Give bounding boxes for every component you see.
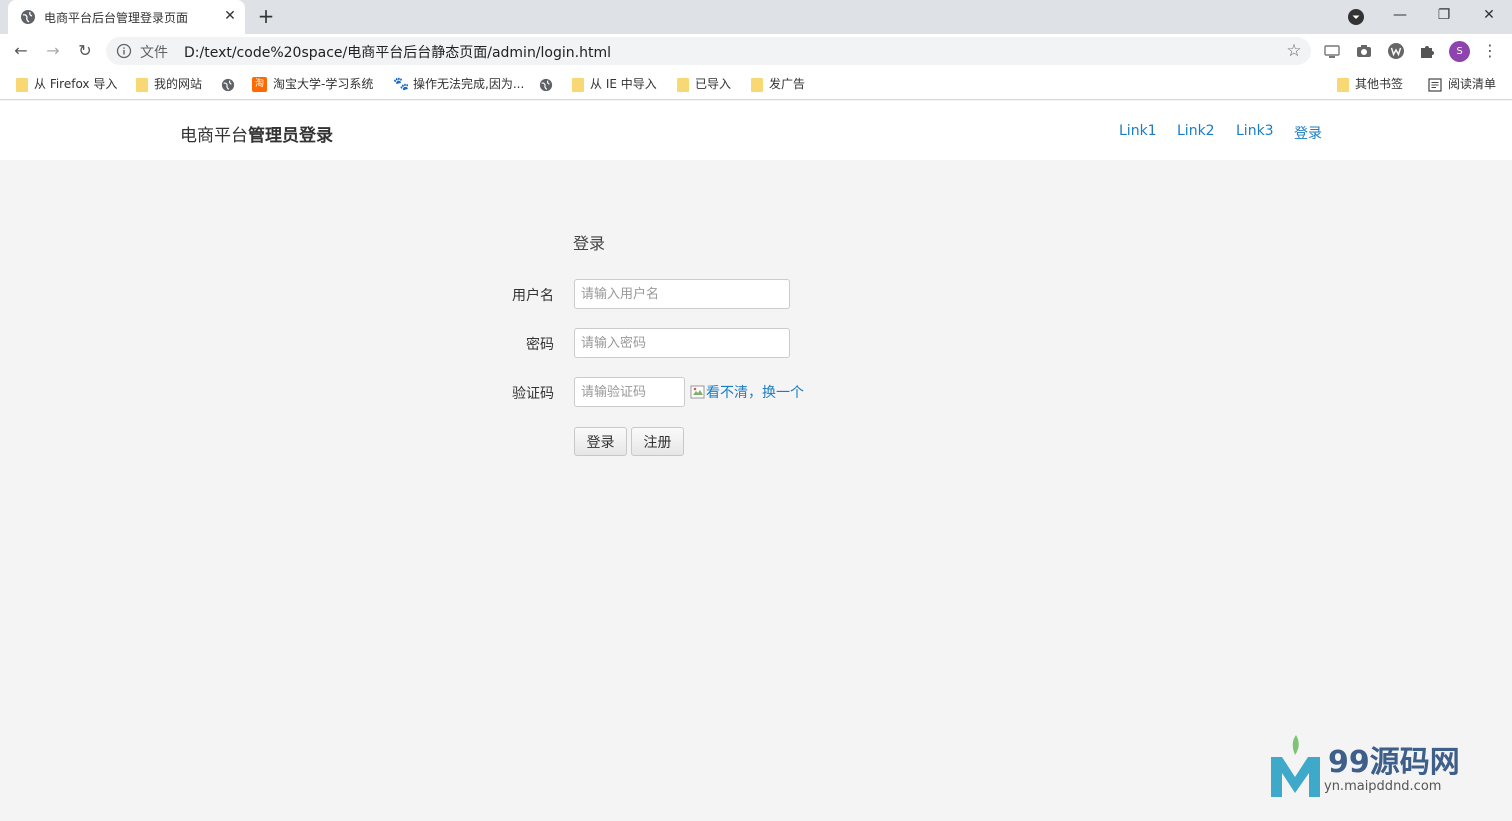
reading-list-icon bbox=[1428, 77, 1442, 92]
brand-title[interactable]: 电商平台管理员登录 bbox=[180, 121, 333, 146]
bookmark-item[interactable]: 阅读清单 bbox=[1428, 75, 1496, 93]
site-watermark: 99源码网 yn.maipddnd.com bbox=[1268, 735, 1498, 801]
nav-link-1[interactable]: Link1 bbox=[1119, 123, 1157, 139]
w-extension-icon[interactable] bbox=[1387, 42, 1405, 60]
address-bar[interactable]: 文件 D:/text/code%20space/电商平台后台静态页面/admin… bbox=[106, 37, 1311, 65]
site-header: 电商平台管理员登录 Link1 Link2 Link3 登录 bbox=[0, 101, 1512, 160]
login-heading: 登录 bbox=[573, 234, 606, 253]
url-text[interactable]: D:/text/code%20space/电商平台后台静态页面/admin/lo… bbox=[184, 42, 611, 62]
camera-icon[interactable] bbox=[1355, 42, 1373, 60]
broken-image-icon[interactable] bbox=[690, 384, 706, 400]
username-label: 用户名 bbox=[512, 288, 554, 304]
info-icon[interactable] bbox=[116, 43, 132, 59]
folder-icon bbox=[572, 77, 584, 92]
more-menu-icon[interactable]: ⋮ bbox=[1482, 39, 1498, 63]
browser-tab[interactable]: 电商平台后台管理登录页面 ✕ bbox=[8, 0, 245, 34]
bookmark-item[interactable] bbox=[539, 75, 559, 93]
close-window-icon[interactable]: ✕ bbox=[1473, 4, 1505, 26]
nav-link-3[interactable]: Link3 bbox=[1236, 123, 1274, 139]
minimize-icon[interactable]: — bbox=[1384, 4, 1416, 26]
url-scheme: 文件 bbox=[140, 45, 168, 61]
globe-icon bbox=[21, 10, 35, 24]
folder-icon bbox=[677, 77, 689, 92]
bookmark-label: 其他书签 bbox=[1355, 77, 1404, 91]
folder-icon bbox=[136, 77, 148, 92]
bookmark-item[interactable]: 从 Firefox 导入 bbox=[16, 75, 117, 93]
bookmark-item[interactable]: 🐾 操作无法完成,因为... bbox=[393, 75, 524, 93]
captcha-refresh-link[interactable]: 看不清，换一个 bbox=[706, 382, 804, 402]
reload-icon[interactable]: ↻ bbox=[73, 39, 97, 63]
bookmark-label: 从 Firefox 导入 bbox=[34, 77, 118, 91]
folder-icon bbox=[1337, 77, 1349, 92]
bookmark-label: 已导入 bbox=[695, 77, 732, 91]
brand-bold: 管理员登录 bbox=[248, 126, 333, 146]
nav-login-link[interactable]: 登录 bbox=[1294, 123, 1322, 143]
bookmark-item[interactable]: 已导入 bbox=[677, 75, 731, 93]
bookmark-item[interactable] bbox=[221, 75, 241, 93]
password-input[interactable] bbox=[574, 328, 790, 358]
bookmark-item[interactable]: 从 IE 中导入 bbox=[572, 75, 657, 93]
tab-strip: 电商平台后台管理登录页面 ✕ + — ❐ ✕ bbox=[0, 0, 1512, 34]
bookmark-label: 阅读清单 bbox=[1448, 77, 1497, 91]
baidu-paw-icon: 🐾 bbox=[393, 76, 410, 92]
captcha-input[interactable] bbox=[574, 377, 685, 407]
watermark-subtitle: yn.maipddnd.com bbox=[1324, 779, 1442, 794]
profile-avatar[interactable]: S bbox=[1449, 41, 1470, 62]
puzzle-extensions-icon[interactable] bbox=[1418, 42, 1436, 60]
bookmark-star-icon[interactable]: ☆ bbox=[1284, 41, 1304, 61]
bookmark-label: 发广告 bbox=[769, 77, 806, 91]
captcha-label: 验证码 bbox=[512, 386, 554, 402]
browser-toolbar: ← → ↻ 文件 D:/text/code%20space/电商平台后台静态页面… bbox=[0, 34, 1512, 68]
tab-title: 电商平台后台管理登录页面 bbox=[44, 11, 189, 25]
folder-icon bbox=[16, 77, 28, 92]
nav-link-2[interactable]: Link2 bbox=[1177, 123, 1215, 139]
login-button[interactable]: 登录 bbox=[574, 427, 627, 456]
folder-icon bbox=[751, 77, 763, 92]
watermark-title: 99源码网 bbox=[1328, 745, 1460, 780]
bookmark-item[interactable]: 其他书签 bbox=[1337, 75, 1403, 93]
taobao-icon: 淘 bbox=[252, 77, 267, 92]
bookmark-item[interactable]: 我的网站 bbox=[136, 75, 202, 93]
globe-icon bbox=[221, 78, 235, 91]
cast-icon[interactable] bbox=[1323, 42, 1341, 60]
new-tab-button[interactable]: + bbox=[254, 5, 278, 29]
forward-arrow-icon[interactable]: → bbox=[41, 39, 65, 63]
username-input[interactable] bbox=[574, 279, 790, 309]
bookmark-label: 我的网站 bbox=[154, 77, 203, 91]
bookmarks-bar: 从 Firefox 导入 我的网站 淘淘宝大学-学习系统 🐾 操作无法完成,因为.… bbox=[0, 68, 1512, 100]
restore-icon[interactable]: ❐ bbox=[1428, 4, 1460, 26]
register-button[interactable]: 注册 bbox=[631, 427, 684, 456]
bookmark-label: 操作无法完成,因为... bbox=[413, 77, 525, 91]
bookmark-item[interactable]: 发广告 bbox=[751, 75, 805, 93]
globe-icon bbox=[539, 78, 553, 91]
bookmark-label: 从 IE 中导入 bbox=[590, 77, 657, 91]
bookmark-item[interactable]: 淘淘宝大学-学习系统 bbox=[252, 75, 373, 93]
close-icon[interactable]: ✕ bbox=[220, 6, 240, 26]
bookmark-label: 淘宝大学-学习系统 bbox=[273, 77, 374, 91]
chevron-down-icon[interactable] bbox=[1347, 8, 1365, 26]
back-arrow-icon[interactable]: ← bbox=[9, 39, 33, 63]
brand-prefix: 电商平台 bbox=[180, 126, 248, 146]
m-logo-icon bbox=[1271, 735, 1320, 797]
password-label: 密码 bbox=[526, 337, 554, 353]
